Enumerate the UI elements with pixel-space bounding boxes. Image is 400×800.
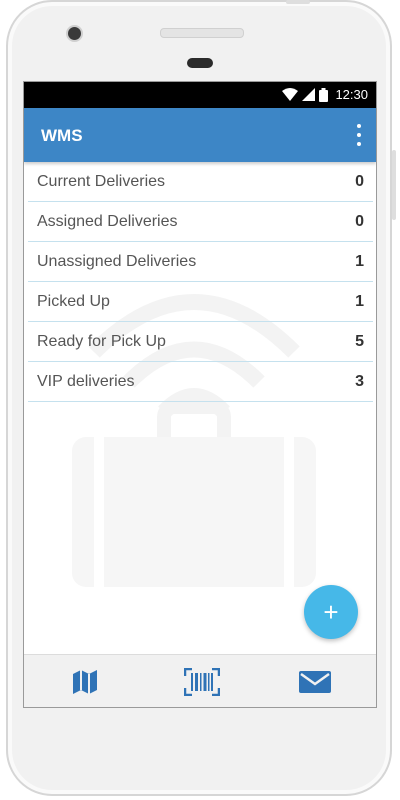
row-count: 3 [355,373,364,390]
plus-icon: + [323,597,339,627]
map-icon [73,670,97,694]
row-label: Ready for Pick Up [37,333,166,350]
status-bar: 12:30 [24,82,376,108]
delivery-row-ready-for-pickup[interactable]: Ready for Pick Up 5 [28,322,373,362]
app-bar: WMS [24,108,376,162]
phone-top-button [286,0,310,4]
add-delivery-button[interactable]: + [304,585,358,639]
status-time: 12:30 [335,87,368,102]
app-title: WMS [41,126,83,145]
wifi-icon [282,88,299,101]
row-count: 1 [355,253,364,270]
row-label: Assigned Deliveries [37,213,178,230]
row-count: 0 [355,213,364,230]
row-count: 0 [355,173,364,190]
barcode-scan-icon [183,667,221,697]
bottom-nav [24,654,376,707]
screen: 12:30 WMS Current Deliveries 0 Assigned … [23,81,377,708]
row-count: 5 [355,333,364,350]
mail-icon [299,671,331,693]
delivery-row-vip[interactable]: VIP deliveries 3 [28,362,373,402]
map-nav-button[interactable] [70,668,100,696]
mail-nav-button[interactable] [298,668,332,696]
delivery-row-unassigned[interactable]: Unassigned Deliveries 1 [28,242,373,282]
delivery-row-picked-up[interactable]: Picked Up 1 [28,282,373,322]
cell-signal-icon [302,88,316,101]
row-label: Picked Up [37,293,110,310]
front-camera [66,25,83,42]
delivery-row-assigned[interactable]: Assigned Deliveries 0 [28,202,373,242]
earpiece-speaker [160,28,244,38]
barcode-scan-nav-button[interactable] [183,667,221,697]
delivery-list: Current Deliveries 0 Assigned Deliveries… [28,162,373,402]
row-count: 1 [355,293,364,310]
battery-icon [319,87,329,102]
phone-side-button [392,150,396,220]
row-label: Unassigned Deliveries [37,253,197,270]
row-label: VIP deliveries [37,373,135,390]
row-label: Current Deliveries [37,173,166,190]
proximity-sensor [187,58,213,68]
delivery-row-current[interactable]: Current Deliveries 0 [28,162,373,202]
overflow-menu-icon[interactable] [354,124,364,146]
